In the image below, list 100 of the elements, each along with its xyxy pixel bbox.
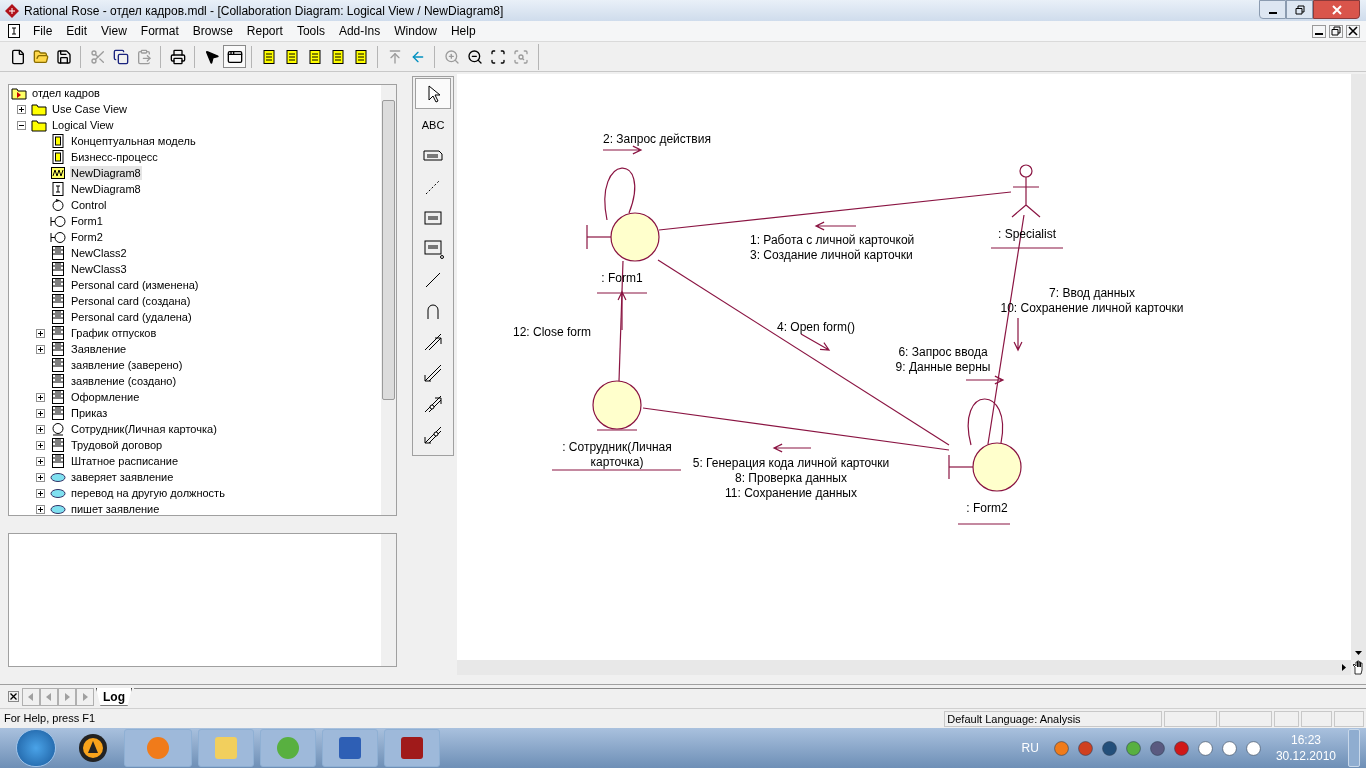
menu-item[interactable]: Edit [59, 22, 95, 40]
plus-icon [18, 105, 25, 113]
tree-item[interactable]: Control [70, 198, 108, 212]
expand-toggle[interactable] [36, 424, 45, 434]
expand-toggle[interactable] [36, 408, 45, 418]
tree-item[interactable]: Personal card (изменена) [70, 278, 200, 292]
tree-item[interactable]: перевод на другую должность [70, 486, 226, 500]
expand-toggle[interactable] [36, 328, 45, 338]
copy-icon [112, 48, 129, 65]
expand-toggle[interactable] [36, 440, 45, 450]
new-file-icon [9, 48, 26, 65]
arrow-left-icon [26, 691, 36, 702]
expand-toggle[interactable] [36, 472, 45, 482]
status-pane: Default Language: Analysis [944, 710, 1163, 727]
class-icon [50, 389, 66, 405]
tray-icon[interactable] [1220, 739, 1238, 757]
horizontal-scrollbar[interactable] [457, 660, 1351, 675]
tray-icon[interactable] [1172, 739, 1190, 757]
restore-button[interactable] [1286, 0, 1313, 19]
vertical-scrollbar[interactable] [381, 534, 397, 666]
close-button[interactable] [1313, 0, 1360, 19]
tree-item[interactable]: Концептуальная модель [70, 134, 197, 148]
close-icon [1331, 4, 1342, 15]
tree-item[interactable]: Сотрудник(Личная карточка) [70, 422, 218, 436]
window-icon [226, 48, 243, 65]
log-tab[interactable]: Log [96, 687, 132, 706]
tree-item[interactable]: Form1 [70, 214, 104, 228]
expand-toggle[interactable] [36, 456, 45, 466]
expand-toggle[interactable] [17, 120, 26, 130]
class-icon [50, 357, 66, 373]
tree-item[interactable]: NewDiagram8 [70, 166, 142, 180]
tool-button[interactable]: ABC [415, 109, 452, 140]
minimize-icon [1267, 11, 1278, 14]
close-button[interactable] [1346, 24, 1360, 38]
expand-toggle[interactable] [36, 344, 45, 354]
diagram-icon [50, 165, 66, 181]
tree-item[interactable]: Use Case View [51, 102, 128, 116]
object-name: : Form2 [965, 501, 1009, 516]
tray-icon[interactable] [1148, 739, 1166, 757]
tree-item[interactable]: NewDiagram8 [70, 182, 142, 196]
class-icon [50, 277, 66, 293]
tree-item[interactable]: заверяет заявление [70, 470, 175, 484]
menu-item[interactable]: Add-Ins [331, 22, 388, 40]
tray-icon[interactable] [1076, 739, 1094, 757]
taskbar-app-button[interactable] [384, 729, 440, 767]
tree-item[interactable]: Штатное расписание [70, 454, 180, 468]
expand-toggle[interactable] [36, 488, 45, 498]
close-log-button[interactable] [8, 691, 19, 702]
minimize-button[interactable] [1312, 24, 1326, 38]
tray-icon[interactable] [1100, 739, 1118, 757]
tree-item[interactable]: Personal card (создана) [70, 294, 192, 308]
tree-item[interactable]: График отпусков [70, 326, 158, 340]
app-icon [336, 734, 364, 762]
toolbar-button[interactable] [223, 45, 246, 68]
tool-button[interactable] [415, 78, 452, 109]
class-icon [50, 245, 66, 261]
tree-item[interactable]: заявление (заверено) [70, 358, 184, 372]
name-underline [957, 523, 1011, 525]
expand-toggle[interactable] [36, 504, 45, 514]
menu-item[interactable]: Format [133, 22, 186, 40]
tree-item[interactable]: NewClass2 [70, 246, 128, 260]
arrow-left-icon [44, 691, 54, 702]
close-icon [1348, 26, 1358, 36]
restore-icon [1294, 4, 1305, 15]
tree-item[interactable]: заявление (создано) [70, 374, 178, 388]
menu-item[interactable]: File [26, 22, 60, 40]
app-icon [78, 733, 108, 763]
tray-icon[interactable] [1244, 739, 1262, 757]
menu-item[interactable]: Browse [185, 22, 240, 40]
plus-icon [37, 329, 44, 337]
status-pane [1164, 710, 1218, 727]
menu-item[interactable]: Help [443, 22, 483, 40]
tree-item[interactable]: Трудовой договор [70, 438, 164, 452]
tree-item[interactable]: Form2 [70, 230, 104, 244]
tree-item[interactable]: пишет заявление [70, 502, 161, 515]
menu-item[interactable]: Report [239, 22, 290, 40]
expand-toggle[interactable] [17, 104, 26, 114]
message-label: 3: Создание личной карточки [750, 248, 913, 263]
tree-item[interactable]: отдел кадров [31, 86, 101, 100]
menu-item[interactable]: View [94, 22, 134, 40]
tree-item[interactable]: Logical View [51, 118, 115, 132]
tree-item[interactable]: Заявление [70, 342, 128, 356]
start-button[interactable] [16, 729, 56, 767]
tree-item[interactable]: NewClass3 [70, 262, 128, 276]
minimize-button[interactable] [1259, 0, 1286, 19]
menu-item[interactable]: Tools [289, 22, 332, 40]
message-arrow [800, 333, 831, 351]
tree-item[interactable]: Personal card (удалена) [70, 310, 193, 324]
app-logo-icon [4, 2, 20, 19]
message-label: 7: Ввод данных [1049, 286, 1135, 301]
tree-item[interactable]: Бизнесс-процесс [70, 150, 159, 164]
menu-item[interactable]: Window [387, 22, 444, 40]
tree-item[interactable]: Приказ [70, 406, 109, 420]
tray-icon[interactable] [1196, 739, 1214, 757]
scissors-icon [89, 48, 106, 65]
vertical-scrollbar[interactable] [381, 85, 397, 515]
vertical-scrollbar[interactable] [1351, 74, 1366, 660]
expand-toggle[interactable] [36, 392, 45, 402]
tree-item[interactable]: Оформление [70, 390, 141, 404]
restore-button[interactable] [1329, 24, 1343, 38]
